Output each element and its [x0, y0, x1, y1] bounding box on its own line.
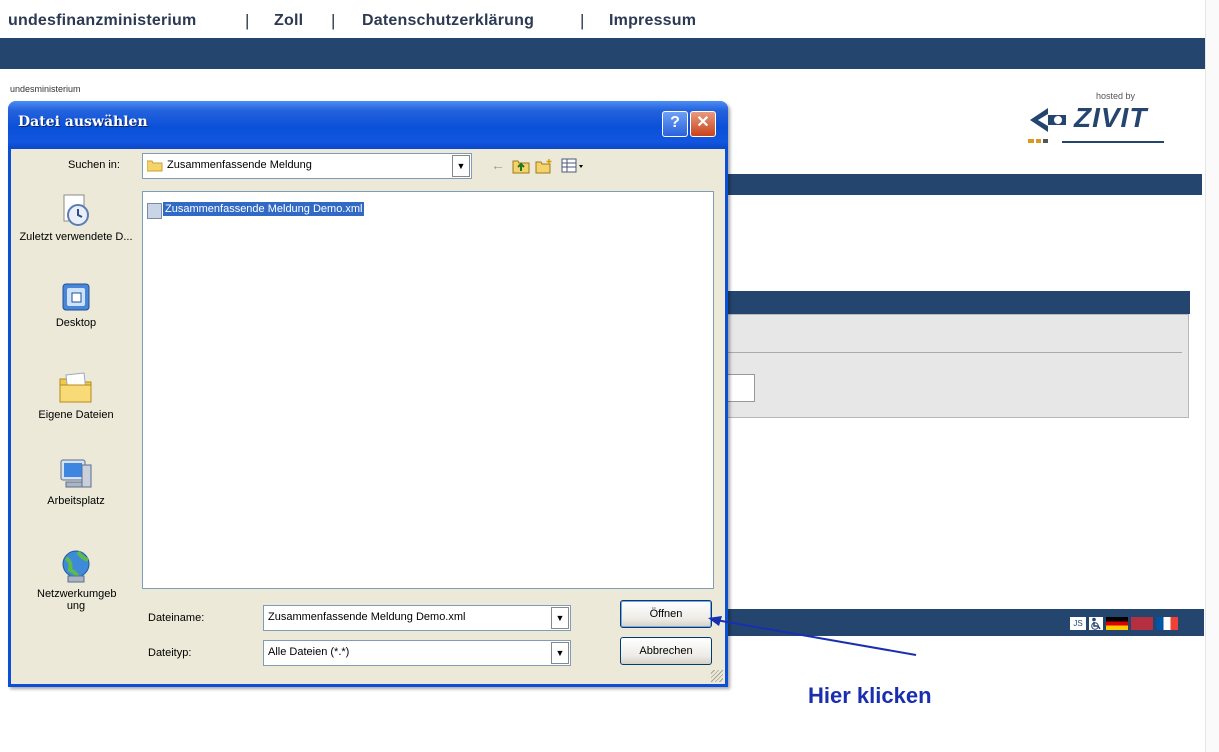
network-places-icon: [62, 550, 90, 583]
filetype-dropdown[interactable]: Alle Dateien (*.*) ▼: [263, 640, 571, 666]
place-recent-label: Zuletzt verwendete D...: [19, 231, 133, 243]
chevron-down-icon[interactable]: ▼: [551, 607, 569, 629]
zivit-logo-text: ZIVIT: [1074, 102, 1148, 133]
place-network-label: Netzwerkumgeb ung: [37, 588, 117, 612]
section-bar: [720, 174, 1202, 195]
close-button[interactable]: ✕: [690, 111, 716, 137]
panel-header-bar: [720, 291, 1190, 314]
place-desktop[interactable]: Desktop: [17, 281, 135, 329]
look-in-dropdown[interactable]: Zusammenfassende Meldung ▼: [142, 153, 472, 179]
place-my-computer[interactable]: Arbeitsplatz: [17, 457, 135, 507]
recent-documents-icon: [63, 194, 89, 226]
filetype-value: Alle Dateien (*.*): [268, 646, 350, 658]
place-network[interactable]: Netzwerkumgeb ung: [17, 548, 135, 612]
look-in-value: Zusammenfassende Meldung: [167, 159, 312, 171]
file-open-dialog: Datei auswählen ? ✕ Suchen in: Zusammenf…: [8, 101, 728, 687]
place-my-computer-label: Arbeitsplatz: [47, 495, 105, 507]
folder-icon: [147, 160, 163, 172]
zivit-arrow-icon: [1030, 108, 1066, 132]
accessibility-icon[interactable]: [1089, 617, 1103, 630]
up-folder-icon[interactable]: [512, 158, 530, 174]
nav-link-zoll[interactable]: Zoll: [274, 12, 303, 30]
help-button[interactable]: ?: [662, 111, 688, 137]
logo-dots: [1028, 139, 1048, 143]
logo-underline: [1062, 141, 1164, 143]
annotation-text: Hier klicken: [808, 683, 932, 708]
nav-separator: |: [245, 11, 250, 30]
header-bar: [0, 38, 1205, 69]
place-my-documents-label: Eigene Dateien: [38, 409, 114, 421]
my-documents-icon: [59, 372, 92, 403]
resize-grip[interactable]: [711, 670, 723, 682]
footer-icons: JS: [1070, 614, 1206, 634]
nav-separator: |: [331, 11, 336, 30]
open-button[interactable]: Öffnen: [620, 600, 712, 628]
filename-label: Dateiname:: [148, 612, 205, 624]
place-my-documents[interactable]: Eigene Dateien: [17, 371, 135, 421]
zivit-logo: ZIVIT: [1022, 101, 1170, 147]
ministry-text: undesministerium: [10, 84, 81, 94]
chevron-down-icon[interactable]: ▼: [551, 642, 569, 664]
place-desktop-label: Desktop: [55, 317, 97, 329]
view-menu-icon[interactable]: [561, 158, 585, 174]
place-recent-documents[interactable]: Zuletzt verwendete D...: [17, 193, 135, 243]
dialog-titlebar[interactable]: Datei auswählen ? ✕: [8, 101, 728, 149]
file-name: Zusammenfassende Meldung Demo.xml: [163, 202, 365, 216]
dialog-title: Datei auswählen: [18, 114, 148, 130]
english-flag-icon[interactable]: [1131, 617, 1153, 630]
nav-link-bundesfinanzministerium[interactable]: undesfinanzministerium: [8, 12, 196, 30]
new-folder-icon[interactable]: [535, 158, 553, 174]
filetype-label: Dateityp:: [148, 647, 192, 659]
back-icon[interactable]: ←: [491, 157, 505, 173]
hosted-by-label: hosted by: [1096, 91, 1136, 101]
my-computer-icon: [60, 459, 92, 488]
file-list[interactable]: Zusammenfassende Meldung Demo.xml: [142, 191, 714, 589]
nav-separator: |: [580, 11, 585, 30]
cancel-button[interactable]: Abbrechen: [620, 637, 712, 665]
page-scrollbar[interactable]: [1205, 0, 1219, 752]
chevron-down-icon[interactable]: ▼: [452, 155, 470, 177]
places-bar: Zuletzt verwendete D... Desktop Eigene D…: [17, 185, 135, 679]
panel-divider: [720, 352, 1182, 353]
german-flag-icon[interactable]: [1106, 617, 1128, 630]
look-in-label: Suchen in:: [68, 159, 120, 171]
desktop-icon: [62, 283, 90, 311]
top-navigation: undesfinanzministerium | Zoll | Datensch…: [0, 0, 1205, 38]
annotation-arrow: [708, 616, 917, 656]
filename-value: Zusammenfassende Meldung Demo.xml: [268, 611, 466, 623]
nav-link-impressum[interactable]: Impressum: [609, 12, 696, 30]
xml-file-icon: [147, 203, 162, 219]
french-flag-icon[interactable]: [1156, 617, 1178, 630]
content-panel: [720, 314, 1189, 418]
js-icon[interactable]: JS: [1070, 617, 1086, 630]
nav-link-datenschutz[interactable]: Datenschutzerklärung: [362, 12, 534, 30]
filename-input[interactable]: Zusammenfassende Meldung Demo.xml ▼: [263, 605, 571, 631]
